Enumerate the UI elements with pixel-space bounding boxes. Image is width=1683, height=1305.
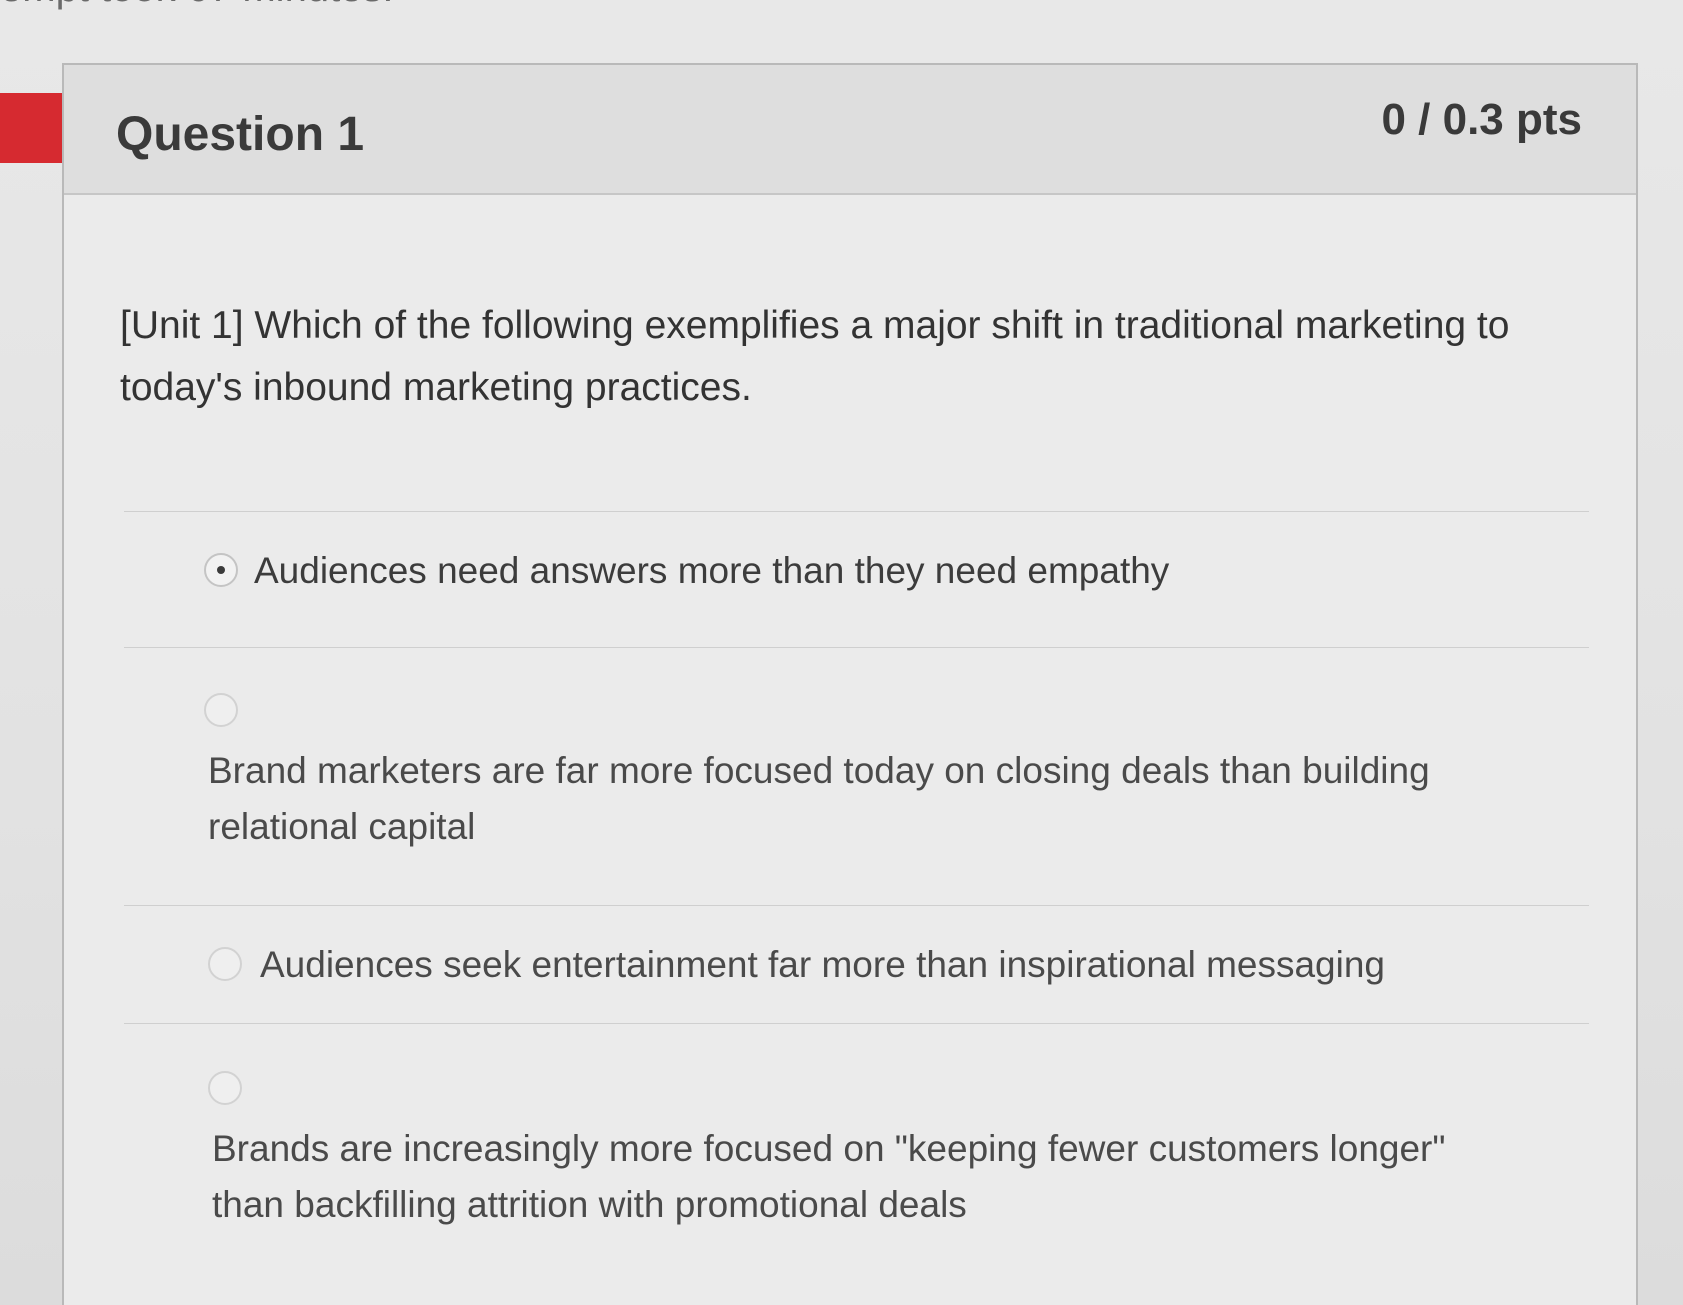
quiz-results-page: empt took 67 minutes. Question 1 0 / 0.3…	[0, 0, 1683, 1305]
answer-option-4[interactable]: Brands are increasingly more focused on …	[124, 1045, 1589, 1245]
question-title: Question 1	[116, 108, 365, 161]
question-text: [Unit 1] Which of the following exemplif…	[120, 304, 1510, 409]
answer-label: Brands are increasingly more focused on …	[212, 1128, 1446, 1225]
radio-unselected-icon[interactable]	[208, 947, 242, 981]
divider	[124, 511, 1589, 512]
divider	[124, 647, 1589, 648]
answer-option-2[interactable]: Brand marketers are far more focused tod…	[124, 665, 1589, 865]
divider	[124, 1023, 1589, 1024]
question-points: 0 / 0.3 pts	[1381, 95, 1582, 144]
answer-option-3[interactable]: Audiences seek entertainment far more th…	[124, 925, 1589, 1015]
radio-unselected-icon[interactable]	[208, 1071, 242, 1105]
question-header: Question 1 0 / 0.3 pts	[64, 65, 1636, 195]
radio-unselected-icon[interactable]	[204, 693, 238, 727]
attempt-duration-text: empt took 67 minutes.	[0, 0, 394, 11]
answer-label: Audiences need answers more than they ne…	[254, 550, 1170, 591]
radio-selected-icon[interactable]	[204, 553, 238, 587]
answer-label: Audiences seek entertainment far more th…	[260, 944, 1386, 985]
divider	[124, 905, 1589, 906]
answer-label: Brand marketers are far more focused tod…	[208, 750, 1430, 847]
answer-option-1[interactable]: Audiences need answers more than they ne…	[124, 525, 1589, 625]
question-card: Question 1 0 / 0.3 pts [Unit 1] Which of…	[62, 63, 1638, 1305]
